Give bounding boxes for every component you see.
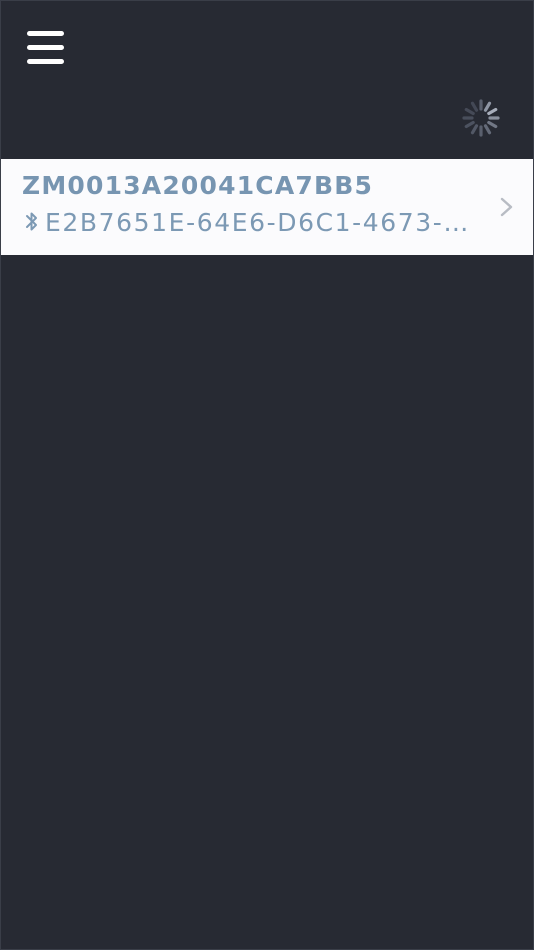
device-identifier-row: E2B7651E-64E6-D6C1-4673-… xyxy=(23,205,473,239)
device-list-item[interactable]: ZM0013A20041CA7BB5 E2B7651E-64E6-D6C1-46… xyxy=(1,159,533,255)
menu-bar-middle xyxy=(27,45,64,50)
menu-bar-bottom xyxy=(27,59,64,64)
spinner-icon xyxy=(462,99,500,137)
hamburger-menu-icon[interactable] xyxy=(27,29,65,69)
app-screen: ZM0013A20041CA7BB5 E2B7651E-64E6-D6C1-46… xyxy=(0,0,534,950)
bluetooth-icon xyxy=(26,212,37,231)
menu-bar-top xyxy=(27,31,64,36)
device-name: ZM0013A20041CA7BB5 xyxy=(22,171,374,200)
chevron-right-icon xyxy=(500,197,513,217)
device-id: E2B7651E-64E6-D6C1-4673-… xyxy=(45,207,469,237)
